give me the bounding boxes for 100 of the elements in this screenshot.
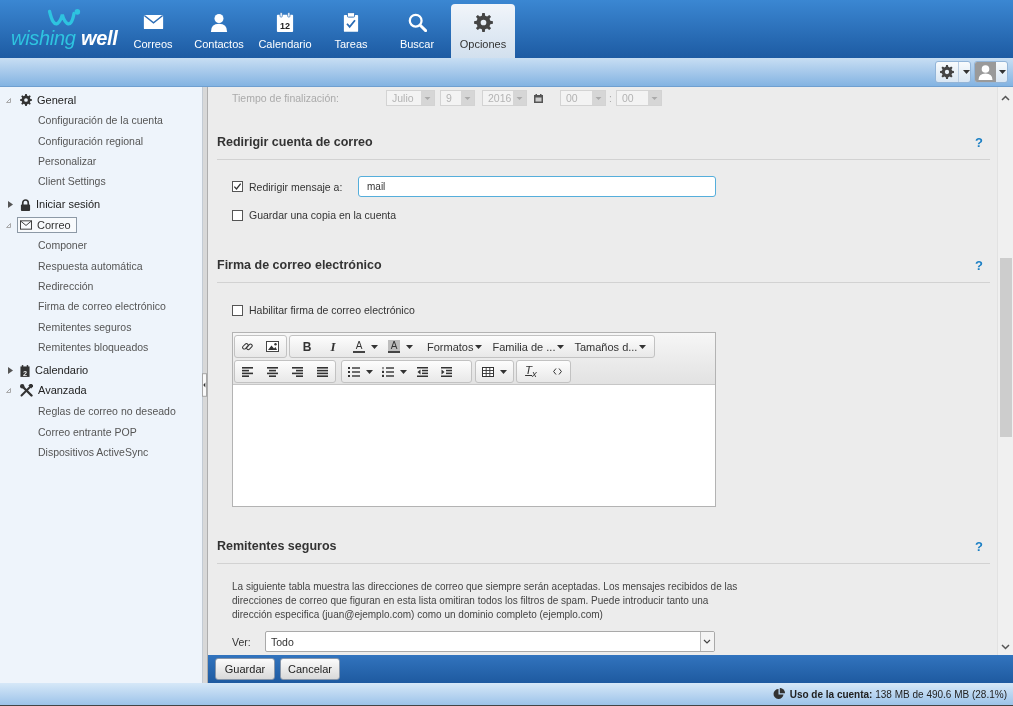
tree-subitem[interactable]: Remitentes seguros	[0, 316, 202, 338]
chevron-up-icon[interactable]	[1001, 95, 1010, 101]
toolbar-dropdown[interactable]: Tamaños d...	[571, 337, 650, 356]
bullet-list-icon[interactable]	[348, 366, 360, 377]
lock-icon	[20, 198, 31, 211]
caret-icon	[999, 70, 1006, 74]
tree-item[interactable]: 2 Calendario	[17, 361, 95, 381]
nav-tab[interactable]: Buscar	[385, 4, 449, 58]
search-icon	[407, 12, 427, 32]
nav-tab[interactable]: Opciones	[451, 4, 515, 58]
align-center-icon[interactable]	[267, 366, 278, 377]
caret-icon	[557, 344, 565, 349]
calendar-icon: 12	[276, 12, 294, 32]
link-icon[interactable]	[242, 341, 253, 352]
tree-subitem[interactable]: Personalizar	[0, 151, 202, 172]
section-title: Remitentes seguros	[217, 539, 337, 553]
settings-menu-button[interactable]	[935, 61, 971, 83]
nav-tab[interactable]: Contactos	[187, 4, 251, 58]
caret-icon	[592, 91, 605, 105]
background-color-button[interactable]: A	[382, 337, 406, 356]
tree-item[interactable]: General	[17, 90, 83, 110]
envelope-icon	[142, 14, 164, 30]
checkbox-label: Habilitar firma de correo electrónico	[249, 304, 415, 316]
pie-chart-icon	[772, 688, 785, 700]
logo-wordmark: wishing well	[11, 27, 118, 49]
clipboard-check-icon	[343, 12, 359, 32]
envelope-icon	[20, 220, 32, 231]
caret-icon	[475, 344, 483, 349]
caret-icon[interactable]	[366, 369, 373, 374]
indent-icon[interactable]	[440, 366, 452, 377]
code-icon[interactable]	[553, 368, 562, 375]
time-separator: :	[609, 92, 612, 104]
tree-subitem[interactable]: Componer	[0, 235, 202, 256]
tree-subitem[interactable]: Configuración de la cuenta	[0, 110, 202, 131]
numbered-list-icon[interactable]	[382, 366, 394, 377]
caret-icon[interactable]	[371, 344, 378, 349]
tree-subitem[interactable]: Remitentes bloqueados	[0, 337, 202, 358]
caret-icon[interactable]	[406, 344, 413, 349]
tree-subitem[interactable]: Respuesta automática	[0, 255, 202, 277]
calendar-icon[interactable]	[534, 93, 543, 103]
field-label: Ver:	[232, 635, 252, 648]
nav-tab[interactable]: Tareas	[319, 4, 383, 58]
help-link[interactable]: ?	[975, 257, 983, 273]
scrollbar-thumb[interactable]	[999, 258, 1012, 437]
settings-icon	[20, 94, 32, 107]
tree-item[interactable]: Avanzada	[17, 381, 93, 401]
caret-icon[interactable]	[400, 369, 407, 374]
table-icon[interactable]	[482, 366, 494, 377]
caret-icon	[461, 91, 474, 105]
checkbox[interactable]	[232, 304, 243, 316]
user-menu-button[interactable]	[974, 61, 1008, 83]
tree-subitem[interactable]: Redirección	[0, 276, 202, 297]
person-icon	[210, 12, 228, 32]
view-select[interactable]: Todo	[265, 631, 715, 652]
bold-button[interactable]: B	[294, 337, 320, 356]
tools-icon	[20, 384, 33, 398]
text-color-button[interactable]: A	[347, 337, 371, 356]
scrollbar[interactable]	[997, 87, 1013, 655]
description-text: La siguiente tabla muestra las direcciones de correo que siempre serán aceptadas. Los mensajes recibidos de las direcciones de correo que figuran en esta lista omitiran todos los filtros de spam. Puede introducir tanto una dirección especifica (juan@ejemplo.com) como un dominio completo (ejemplo.com)	[232, 580, 739, 622]
align-right-icon[interactable]	[292, 366, 303, 377]
settings-icon	[940, 65, 954, 79]
splitter-handle-icon[interactable]	[202, 371, 207, 399]
outdent-icon[interactable]	[416, 366, 428, 377]
tree-subitem[interactable]: Firma de correo electrónico	[0, 296, 202, 317]
align-justify-icon[interactable]	[317, 366, 328, 377]
checkbox[interactable]	[232, 181, 243, 192]
chevron-down-icon	[700, 632, 714, 651]
tree-subitem[interactable]: Correo entrante POP	[0, 421, 202, 442]
help-link[interactable]: ?	[975, 134, 983, 150]
help-link[interactable]: ?	[975, 538, 983, 554]
toolbar-dropdown[interactable]: Familia de ...	[489, 337, 568, 356]
checkbox[interactable]	[232, 209, 243, 221]
tree-collapsed-arrow-icon[interactable]	[8, 201, 13, 209]
caret-icon	[639, 344, 647, 349]
cancel-button[interactable]: Cancelar	[280, 658, 340, 680]
caret-icon	[513, 91, 526, 105]
nav-tab[interactable]: 12 Calendario	[253, 4, 317, 58]
toolbar-dropdown[interactable]: Formatos	[424, 337, 486, 356]
clear-format-button[interactable]: T$_{x}$	[517, 362, 545, 381]
account-usage-text: Uso de la cuenta: 138 MB de 490.6 MB (28.1%)	[789, 688, 1007, 700]
caret-icon	[963, 70, 970, 74]
tree-subitem[interactable]: Client Settings	[0, 171, 202, 192]
align-left-icon[interactable]	[242, 366, 253, 377]
tree-item[interactable]: Iniciar sesión	[17, 195, 107, 215]
save-button[interactable]: Guardar	[215, 658, 275, 680]
caret-icon	[647, 91, 661, 105]
tree-item[interactable]: Correo	[17, 217, 77, 234]
tree-collapsed-arrow-icon[interactable]	[8, 367, 13, 375]
tree-subitem[interactable]: Reglas de correo no deseado	[0, 401, 202, 422]
chevron-down-icon[interactable]	[1001, 644, 1010, 650]
caret-icon[interactable]	[500, 369, 507, 374]
tree-subitem[interactable]: Dispositivos ActiveSync	[0, 441, 202, 463]
italic-button[interactable]: I	[320, 337, 346, 356]
tree-subitem[interactable]: Configuración regional	[0, 130, 202, 152]
user-avatar-icon	[975, 62, 996, 82]
field-label: Tiempo de finalización:	[232, 92, 340, 104]
logo-mark-icon	[47, 8, 81, 28]
nav-tab[interactable]: Correos	[121, 4, 185, 58]
image-icon[interactable]	[266, 341, 279, 352]
forward-address-field[interactable]: mail	[358, 176, 716, 197]
